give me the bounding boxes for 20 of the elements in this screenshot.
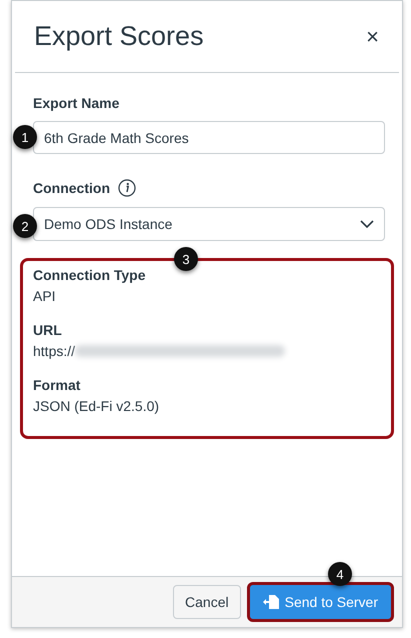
connection-select[interactable]: Demo ODS Instance: [33, 207, 385, 241]
export-name-field[interactable]: 6th Grade Math Scores: [33, 121, 385, 154]
field-label: Connection: [33, 180, 110, 196]
callout-number: 4: [328, 562, 352, 586]
field-label: Export Name: [33, 95, 120, 111]
dialog-title: Export Scores: [34, 21, 204, 52]
chevron-down-icon: [360, 220, 374, 228]
detail-label: URL: [33, 322, 63, 338]
close-button[interactable]: ×: [364, 24, 381, 50]
callout-number: 2: [13, 214, 37, 238]
callout-number: 1: [13, 125, 37, 149]
detail-label: Format: [33, 377, 82, 393]
cancel-button[interactable]: Cancel: [173, 585, 241, 619]
info-icon[interactable]: [118, 179, 136, 197]
callout-number: 3: [174, 247, 198, 271]
document-arrow-icon: [262, 595, 279, 609]
detail-value: API: [33, 288, 56, 304]
detail-value: JSON (Ed-Fi v2.5.0): [33, 398, 160, 414]
detail-value: https://: [33, 343, 76, 359]
detail-label: Connection Type: [33, 267, 147, 283]
